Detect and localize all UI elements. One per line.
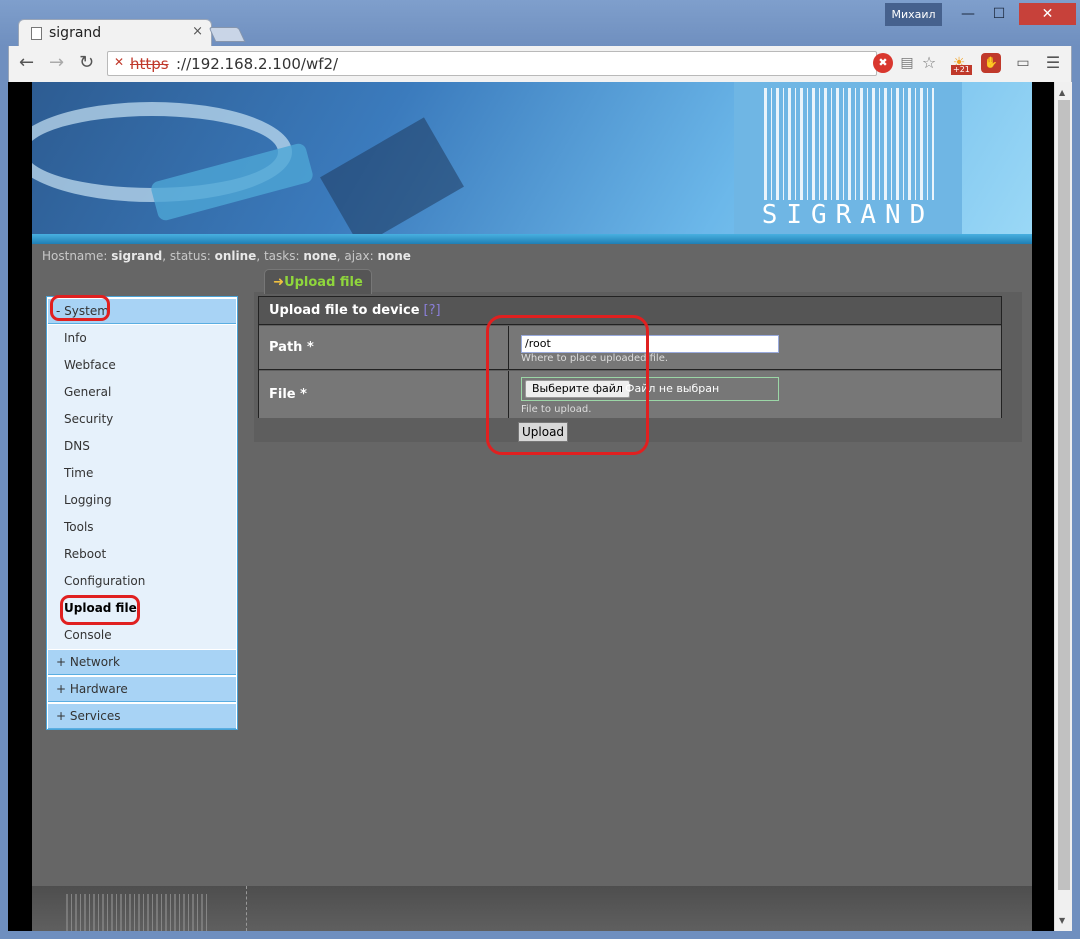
weather-icon[interactable]: ☀ +21 <box>949 53 972 75</box>
browser-tab[interactable]: sigrand × <box>18 19 212 46</box>
scroll-up-icon[interactable]: ▲ <box>1059 88 1065 97</box>
browser-toolbar: ← → ↻ ✕ https ://192.168.2.100/wf2/ ✖ ▤ … <box>8 46 1072 82</box>
upload-form: Upload file to device [?] Path * Where to… <box>258 296 1002 418</box>
webface: SIGRAND Hostname: sigrand, status: onlin… <box>32 82 1032 931</box>
page-icon <box>31 27 42 40</box>
file-status: Файл не выбран <box>625 382 720 395</box>
maximize-icon[interactable]: ☐ <box>988 3 1010 25</box>
sidebar-item-console[interactable]: Console <box>48 622 236 649</box>
insecure-lock-icon[interactable]: ✕ <box>114 55 128 71</box>
path-label: Path * <box>259 326 509 369</box>
bookmark-star-icon[interactable]: ☆ <box>919 53 939 73</box>
footer-barcode <box>66 894 210 931</box>
path-input[interactable] <box>521 334 779 353</box>
profile-badge[interactable]: Михаил <box>885 3 942 26</box>
file-label: File * <box>259 371 509 418</box>
path-field-wrap <box>521 332 779 353</box>
window-titlebar: sigrand × Михаил — ☐ ✕ <box>0 0 1080 46</box>
header-banner: SIGRAND <box>32 82 1032 234</box>
sidebar-item-upload-file[interactable]: Upload file <box>48 595 236 622</box>
banner-chip <box>320 117 464 234</box>
tasks-value: none <box>303 249 337 263</box>
banner-divider <box>32 234 1032 244</box>
sidebar-item-webface[interactable]: Webface <box>48 352 236 379</box>
form-title-text: Upload file to device <box>269 303 420 318</box>
cast-icon[interactable]: ▭ <box>1013 53 1033 73</box>
footer <box>32 886 1032 931</box>
address-bar[interactable]: ✕ https ://192.168.2.100/wf2/ <box>107 51 877 76</box>
sidebar-group-services[interactable]: + Services <box>48 704 236 729</box>
sidebar-item-configuration[interactable]: Configuration <box>48 568 236 595</box>
adblock-icon[interactable]: ✋ <box>981 53 1001 73</box>
url-protocol: https <box>130 55 169 73</box>
menu-icon[interactable]: ☰ <box>1043 53 1063 73</box>
tab-close-icon[interactable]: × <box>192 24 203 39</box>
page-action-icon[interactable]: ▤ <box>897 53 917 73</box>
weather-badge: +21 <box>951 65 972 75</box>
ajax-label: , ajax: <box>336 249 374 263</box>
hostname-value: sigrand <box>111 249 163 263</box>
tab-upload-file[interactable]: ➜Upload file <box>264 269 372 294</box>
logo: SIGRAND <box>734 82 962 234</box>
sidebar-item-dns[interactable]: DNS <box>48 433 236 460</box>
path-row: Path * Where to place uploaded file. <box>259 326 1001 370</box>
status-label: , status: <box>162 249 211 263</box>
sidebar-group-network[interactable]: + Network <box>48 650 236 675</box>
ajax-value: none <box>377 249 411 263</box>
barcode-graphic <box>764 88 934 200</box>
page-scrollbar[interactable]: ▲ ▼ <box>1054 82 1072 931</box>
status-line: Hostname: sigrand, status: online, tasks… <box>42 249 411 263</box>
footer-divider <box>246 886 247 931</box>
help-link[interactable]: [?] <box>424 303 441 318</box>
url-path: ://192.168.2.100/wf2/ <box>176 55 339 73</box>
tab-upload-file-label: Upload file <box>284 275 363 290</box>
scroll-down-icon[interactable]: ▼ <box>1059 916 1065 925</box>
file-field-wrap: Выберите файл Файл не выбран <box>521 377 779 401</box>
form-title: Upload file to device [?] <box>259 297 1001 325</box>
status-value: online <box>214 249 257 263</box>
sidebar-item-security[interactable]: Security <box>48 406 236 433</box>
sidebar-item-reboot[interactable]: Reboot <box>48 541 236 568</box>
scroll-thumb[interactable] <box>1058 100 1070 890</box>
upload-icon: ➜ <box>273 275 285 290</box>
sidebar-group-system[interactable]: - System <box>48 299 236 324</box>
close-window-icon[interactable]: ✕ <box>1019 3 1076 25</box>
path-hint: Where to place uploaded file. <box>521 353 669 364</box>
page-viewport: SIGRAND Hostname: sigrand, status: onlin… <box>8 82 1054 931</box>
file-row: File * Выберите файл Файл не выбран File… <box>259 371 1001 418</box>
choose-file-button[interactable]: Выберите файл <box>525 380 630 398</box>
reload-icon[interactable]: ↻ <box>79 52 94 73</box>
back-arrow-icon[interactable]: ← <box>19 52 34 73</box>
sidebar-item-logging[interactable]: Logging <box>48 487 236 514</box>
file-hint: File to upload. <box>521 404 592 415</box>
tasks-label: , tasks: <box>256 249 300 263</box>
sidebar-group-hardware[interactable]: + Hardware <box>48 677 236 702</box>
sidebar-item-time[interactable]: Time <box>48 460 236 487</box>
forward-arrow-icon[interactable]: → <box>49 52 64 73</box>
sidebar-item-general[interactable]: General <box>48 379 236 406</box>
hostname-label: Hostname: <box>42 249 108 263</box>
stop-extension-icon[interactable]: ✖ <box>873 53 893 73</box>
file-input[interactable]: Выберите файл Файл не выбран <box>521 377 779 401</box>
tab-title: sigrand <box>49 25 102 41</box>
upload-button[interactable]: Upload <box>518 422 569 442</box>
logo-text: SIGRAND <box>761 200 935 230</box>
minimize-icon[interactable]: — <box>957 3 979 25</box>
new-tab-button[interactable] <box>208 27 246 42</box>
sidebar-item-tools[interactable]: Tools <box>48 514 236 541</box>
sidebar: - System Info Webface General Security D… <box>46 296 238 730</box>
sidebar-item-info[interactable]: Info <box>48 325 236 352</box>
